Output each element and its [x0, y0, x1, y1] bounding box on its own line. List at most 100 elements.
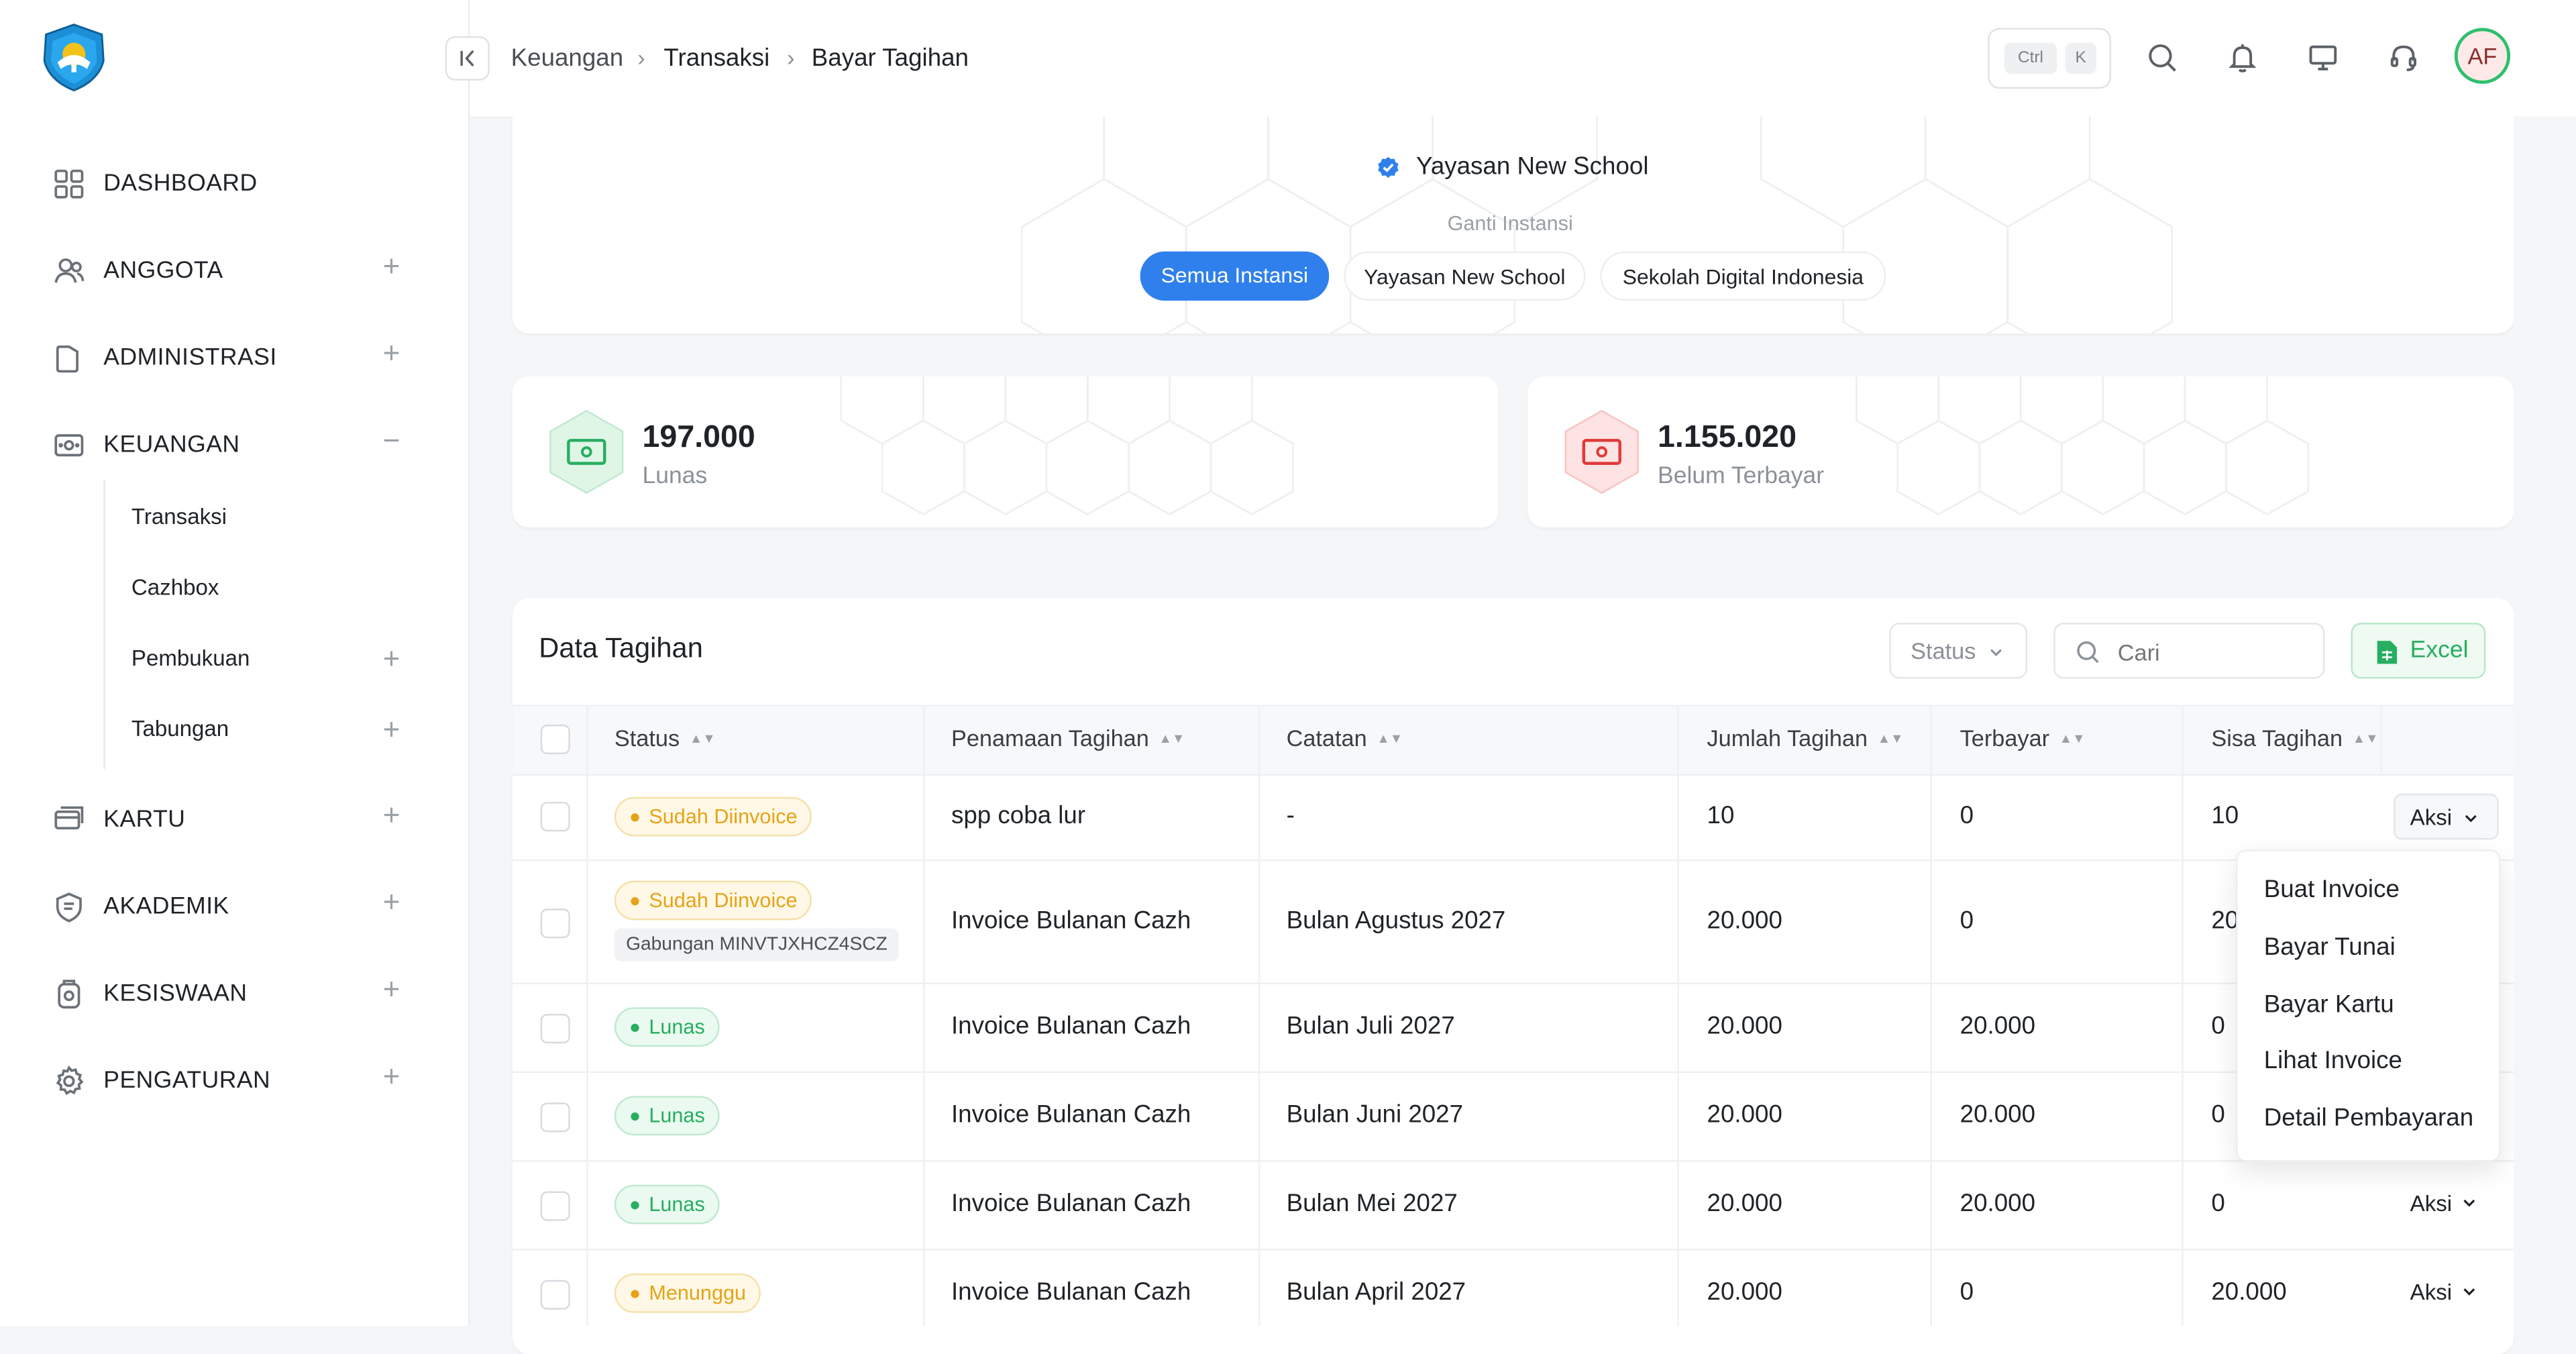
badge-icon [56, 892, 82, 923]
column-divider [1258, 705, 1260, 1326]
collapse-minus-icon[interactable]: − [383, 425, 406, 455]
sidebar-item-administrasi[interactable]: ADMINISTRASI + [0, 325, 468, 391]
cell-sisa: 20 [2211, 906, 2239, 935]
menu-item-buat-invoice[interactable]: Buat Invoice [2264, 876, 2400, 904]
menu-item-lihat-invoice[interactable]: Lihat Invoice [2264, 1047, 2402, 1075]
institution-pill-all[interactable]: Semua Instansi [1140, 251, 1330, 301]
row-action-button[interactable]: Aksi [2394, 793, 2499, 840]
breadcrumb-item[interactable]: Transaksi [663, 44, 769, 72]
status-badge: Sudah Diinvoice [614, 796, 812, 837]
status-filter-label: Status [1911, 637, 1976, 664]
headset-icon[interactable] [2387, 41, 2420, 74]
money-hexagon-icon [549, 409, 624, 494]
status-badge: Sudah Diinvoice [614, 880, 812, 921]
sidebar-item-dashboard[interactable]: DASHBOARD [0, 151, 468, 217]
row-checkbox[interactable] [540, 1191, 570, 1221]
row-action-button[interactable]: Aksi [2410, 1192, 2477, 1216]
row-action-button[interactable]: Aksi [2410, 1280, 2477, 1305]
row-checkbox[interactable] [540, 1102, 570, 1133]
monitor-icon[interactable] [2306, 41, 2339, 74]
switch-institution-label: Ganti Instansi [1447, 211, 1573, 236]
column-header-sisa[interactable]: Sisa Tagihan ▲▼ [2211, 725, 2378, 751]
cell-sisa: 0 [2211, 1100, 2225, 1129]
select-all-checkbox[interactable] [540, 725, 570, 755]
sidebar-item-label: DASHBOARD [103, 170, 258, 197]
row-checkbox[interactable] [540, 908, 570, 939]
column-header-jumlah[interactable]: Jumlah Tagihan ▲▼ [1707, 725, 1904, 751]
export-excel-button[interactable]: Excel [2351, 623, 2486, 679]
sidebar-item-kesiswaan[interactable]: KESISWAAN + [0, 961, 468, 1027]
sort-icon: ▲▼ [1159, 731, 1185, 746]
sidebar-item-akademik[interactable]: AKADEMIK + [0, 874, 468, 940]
expand-plus-icon[interactable]: + [383, 974, 406, 1004]
sidebar: DASHBOARD ANGGOTA + ADMINISTRASI + KEUAN… [0, 0, 470, 1326]
menu-item-bayar-kartu[interactable]: Bayar Kartu [2264, 991, 2394, 1019]
sidebar-item-label: KESISWAAN [103, 981, 248, 1008]
expand-plus-icon[interactable]: + [383, 252, 406, 281]
cell-catatan: Bulan April 2027 [1286, 1278, 1466, 1306]
avatar[interactable]: AF [2454, 28, 2511, 84]
search-box[interactable] [2053, 623, 2325, 679]
row-divider [513, 1159, 2514, 1162]
expand-plus-icon[interactable]: + [383, 338, 406, 368]
expand-plus-icon[interactable]: + [383, 644, 400, 674]
breadcrumb-item[interactable]: Keuangan [511, 44, 624, 72]
column-header-label: Terbayar [1960, 725, 2050, 751]
cell-catatan: Bulan Mei 2027 [1286, 1190, 1458, 1218]
sidebar-item-pengaturan[interactable]: PENGATURAN + [0, 1048, 468, 1114]
cell-jumlah: 10 [1707, 802, 1735, 830]
cell-penamaan: Invoice Bulanan Cazh [951, 1100, 1191, 1129]
row-divider [513, 1249, 2514, 1251]
cell-penamaan: Invoice Bulanan Cazh [951, 906, 1191, 935]
cell-penamaan: Invoice Bulanan Cazh [951, 1190, 1191, 1218]
expand-plus-icon[interactable]: + [383, 887, 406, 917]
row-checkbox[interactable] [540, 1014, 570, 1044]
institution-name: Yayasan New School [1416, 152, 1649, 181]
sidebar-subitem-pembukuan[interactable]: Pembukuan [131, 645, 250, 670]
sidebar-item-anggota[interactable]: ANGGOTA + [0, 238, 468, 304]
expand-plus-icon[interactable]: + [383, 1061, 406, 1091]
row-checkbox[interactable] [540, 1280, 570, 1310]
expand-plus-icon[interactable]: + [383, 800, 406, 830]
cell-terbayar: 20.000 [1960, 1012, 2036, 1041]
collapse-sidebar-button[interactable] [445, 36, 490, 81]
menu-item-bayar-tunai[interactable]: Bayar Tunai [2264, 933, 2396, 961]
sidebar-subitem-tabungan[interactable]: Tabungan [131, 717, 229, 741]
column-divider [1930, 705, 1933, 1326]
column-divider [2380, 705, 2383, 773]
sidebar-item-label: PENGATURAN [103, 1067, 271, 1095]
stat-lunas-value: 197.000 [642, 420, 755, 456]
column-header-label: Status [614, 725, 680, 751]
chevron-right-icon: › [637, 44, 645, 71]
money-hexagon-icon [1564, 409, 1639, 494]
cell-terbayar: 0 [1960, 802, 1974, 830]
sidebar-subitem-cazhbox[interactable]: Cazhbox [131, 575, 219, 600]
column-header-terbayar[interactable]: Terbayar ▲▼ [1960, 725, 2086, 751]
institution-pill-sekolah[interactable]: Sekolah Digital Indonesia [1600, 251, 1886, 301]
search-icon[interactable] [2145, 41, 2178, 74]
column-header-penamaan[interactable]: Penamaan Tagihan ▲▼ [951, 725, 1185, 751]
bell-icon[interactable] [2226, 41, 2259, 74]
row-checkbox[interactable] [540, 802, 570, 832]
command-palette-shortcut[interactable]: Ctrl K [1988, 28, 2111, 89]
status-badge: Lunas [614, 1007, 720, 1047]
sidebar-item-kartu[interactable]: KARTU + [0, 787, 468, 853]
expand-plus-icon[interactable]: + [383, 715, 400, 744]
row-divider [513, 982, 2514, 984]
search-input[interactable] [2114, 634, 2315, 671]
status-filter-select[interactable]: Status [1889, 623, 2028, 679]
stat-belum-value: 1.155.020 [1658, 420, 1797, 456]
sidebar-item-keuangan[interactable]: KEUANGAN − [0, 413, 468, 478]
page-right-gutter [2513, 116, 2576, 1326]
column-header-catatan[interactable]: Catatan ▲▼ [1287, 725, 1403, 751]
sidebar-item-label: AKADEMIK [103, 894, 229, 921]
sidebar-subitem-transaksi[interactable]: Transaksi [131, 505, 227, 529]
sort-icon: ▲▼ [1877, 731, 1904, 746]
stat-belum-label: Belum Terbayar [1658, 463, 1825, 490]
institution-pill-yayasan[interactable]: Yayasan New School [1344, 251, 1586, 301]
chevron-right-icon: › [787, 44, 795, 71]
menu-item-detail-pembayaran[interactable]: Detail Pembayaran [2264, 1104, 2473, 1133]
column-divider [1677, 705, 1679, 1326]
folder-icon [56, 345, 78, 373]
column-header-status[interactable]: Status ▲▼ [614, 725, 716, 751]
